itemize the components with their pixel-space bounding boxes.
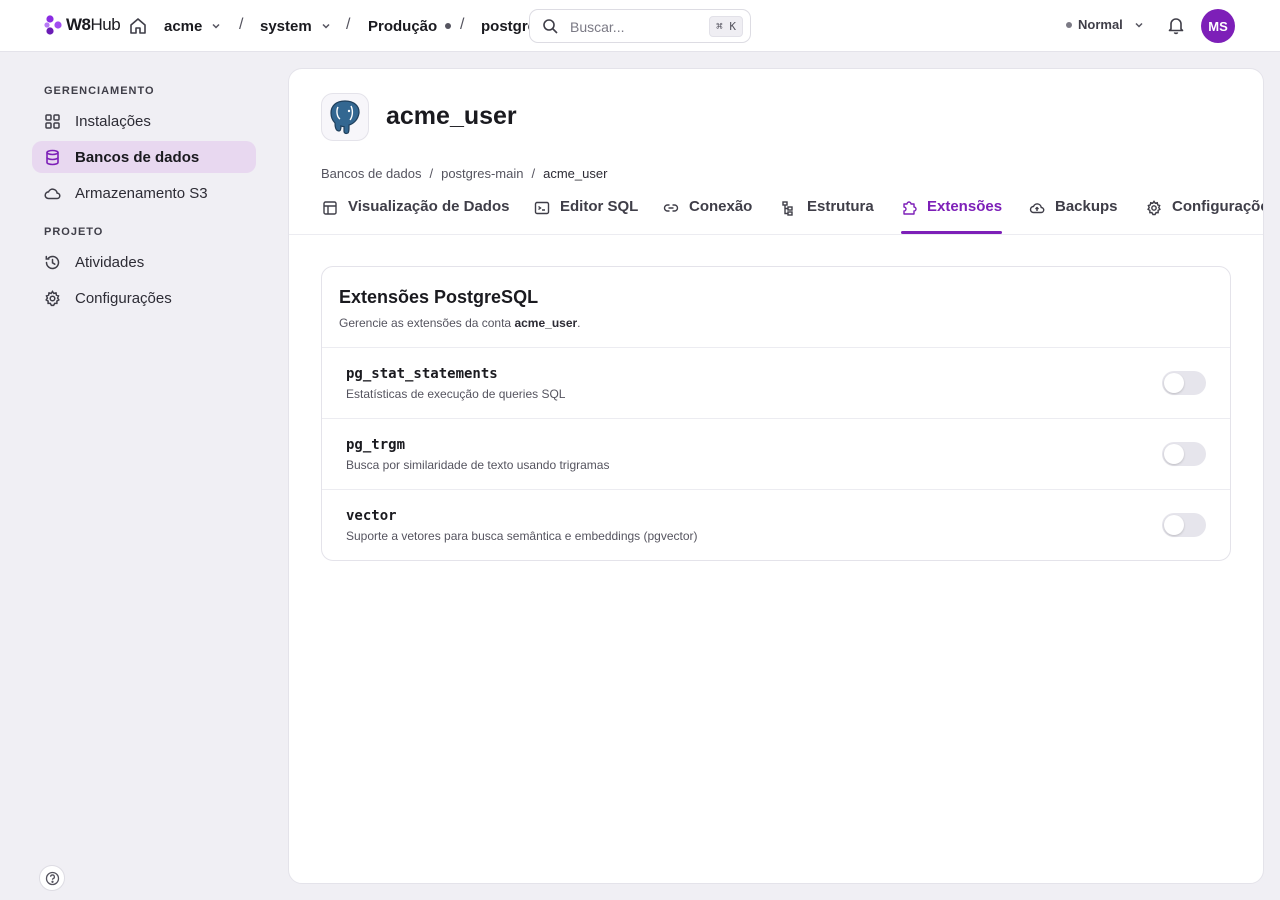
extension-name: vector	[346, 508, 397, 524]
extension-description: Estatísticas de execução de queries SQL	[346, 387, 566, 401]
postgres-logo-icon	[321, 93, 369, 141]
chevron-down-icon	[212, 23, 220, 29]
logo-mark-icon	[44, 15, 62, 35]
crumb-separator: /	[239, 16, 244, 33]
gear-icon	[1147, 200, 1161, 216]
tab-extensions[interactable]: Extensões	[901, 198, 1003, 234]
page-title: acme_user	[386, 102, 517, 130]
search-placeholder: Buscar...	[570, 19, 625, 35]
history-icon	[45, 255, 60, 269]
crumb-separator: /	[346, 16, 351, 33]
search-icon	[543, 19, 558, 34]
card-title: Extensões PostgreSQL	[339, 287, 539, 307]
search-shortcut: ⌘ K	[709, 16, 743, 37]
mode-selector[interactable]: Normal	[1066, 17, 1145, 32]
toggle-knob	[1164, 373, 1184, 393]
main-panel: acme_user Bancos de dados / postgres-mai…	[288, 68, 1264, 884]
sidebar-item-activities[interactable]: Atividades	[32, 246, 256, 278]
breadcrumb-databases[interactable]: Bancos de dados	[321, 166, 421, 181]
cloud-icon	[44, 187, 61, 199]
extension-toggle-vector[interactable]	[1162, 513, 1206, 537]
home-icon[interactable]	[128, 16, 148, 36]
chevron-down-icon	[322, 23, 330, 29]
breadcrumb-separator: /	[531, 166, 536, 181]
tab-backups[interactable]: Backups	[1029, 198, 1118, 234]
extension-name: pg_stat_statements	[346, 366, 498, 382]
extension-toggle-pg-trgm[interactable]	[1162, 442, 1206, 466]
org-switcher[interactable]: acme	[164, 17, 222, 35]
gear-icon	[45, 289, 60, 306]
sidebar-item-installations[interactable]: Instalações	[32, 105, 256, 137]
mode-label: Normal	[1078, 17, 1123, 32]
chevron-down-icon	[1135, 22, 1143, 28]
breadcrumb-separator: /	[429, 166, 434, 181]
help-icon	[45, 871, 59, 885]
sidebar-item-label: Atividades	[75, 253, 145, 271]
sidebar-item-label: Bancos de dados	[75, 148, 200, 166]
tab-data-view[interactable]: Visualização de Dados	[322, 198, 509, 234]
tab-structure[interactable]: Estrutura	[781, 198, 874, 234]
app-logo[interactable]: W8Hub	[44, 12, 121, 38]
toggle-knob	[1164, 515, 1184, 535]
environment-name: Produção	[368, 17, 438, 35]
environment-status-dot	[445, 23, 452, 29]
project-switcher[interactable]: system	[260, 17, 332, 35]
extension-description: Suporte a vetores para busca semântica e…	[346, 529, 698, 543]
cloud-upload-icon	[1029, 203, 1045, 214]
card-subtitle: Gerencie as extensões da conta acme_user…	[339, 316, 581, 330]
extension-row: vector Suporte a vetores para busca semâ…	[322, 489, 1230, 560]
tab-bar: Visualização de Dados Editor SQL Conexão…	[289, 189, 1263, 235]
extension-row: pg_trgm Busca por similaridade de texto …	[322, 418, 1230, 489]
breadcrumb-current: acme_user	[543, 166, 608, 181]
link-icon	[663, 204, 679, 212]
sidebar-item-s3-storage[interactable]: Armazenamento S3	[32, 177, 256, 209]
database-switcher[interactable]: postgres	[481, 17, 529, 35]
tab-sql-editor[interactable]: Editor SQL	[534, 198, 638, 234]
sidebar-section-management: GERENCIAMENTO	[44, 85, 155, 97]
project-name: system	[260, 17, 312, 35]
search-input[interactable]: Buscar... ⌘ K	[529, 9, 751, 43]
help-button[interactable]	[39, 865, 65, 891]
breadcrumb: Bancos de dados / postgres-main / acme_u…	[321, 166, 607, 181]
structure-icon	[782, 201, 793, 216]
table-icon	[323, 201, 337, 215]
top-bar: W8Hub acme / system / Produção / postgre…	[0, 0, 1280, 52]
extension-row: pg_stat_statements Estatísticas de execu…	[322, 347, 1230, 418]
database-name: postgres	[481, 17, 529, 35]
mode-status-dot	[1066, 21, 1072, 28]
tab-connection[interactable]: Conexão	[663, 198, 752, 234]
extensions-card: Extensões PostgreSQL Gerencie as extensõ…	[321, 266, 1231, 561]
sidebar-item-label: Instalações	[75, 112, 151, 130]
bell-icon[interactable]	[1166, 15, 1186, 35]
sidebar-section-project: PROJETO	[44, 226, 104, 238]
grid-icon	[45, 113, 60, 129]
tab-settings[interactable]: Configurações	[1146, 198, 1263, 234]
sidebar-item-settings[interactable]: Configurações	[32, 282, 256, 314]
avatar[interactable]: MS	[1201, 9, 1235, 43]
logo-text: W8Hub	[66, 15, 121, 34]
sidebar-item-label: Armazenamento S3	[75, 184, 208, 202]
puzzle-icon	[903, 201, 917, 215]
sidebar-item-label: Configurações	[75, 289, 172, 307]
terminal-icon	[534, 201, 550, 215]
extension-name: pg_trgm	[346, 437, 406, 453]
extension-description: Busca por similaridade de texto usando t…	[346, 458, 610, 472]
sidebar-item-databases[interactable]: Bancos de dados	[32, 141, 256, 173]
environment-switcher[interactable]: Produção	[368, 17, 452, 35]
crumb-separator: /	[460, 16, 465, 33]
breadcrumb-instance[interactable]: postgres-main	[441, 166, 523, 181]
extension-toggle-pg-stat-statements[interactable]	[1162, 371, 1206, 395]
org-name: acme	[164, 17, 203, 35]
elephant-icon	[330, 100, 360, 135]
database-icon	[46, 149, 59, 165]
toggle-knob	[1164, 444, 1184, 464]
